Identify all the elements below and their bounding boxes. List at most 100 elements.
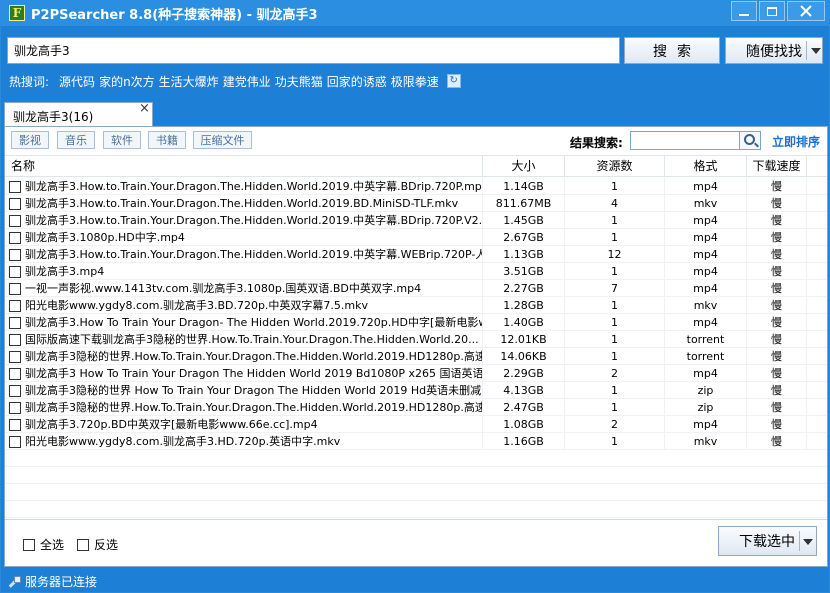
table-header: 名称 大小 资源数 格式 下载速度 [5, 155, 827, 177]
hot-keyword-link[interactable]: 功夫熊猫 [275, 73, 323, 90]
maximize-button[interactable] [759, 1, 785, 21]
table-row[interactable]: 国际版高速下载驯龙高手3隐秘的世界.How.To.Train.Your.Drag… [5, 331, 827, 348]
row-checkbox[interactable] [9, 231, 21, 244]
table-row[interactable]: 驯龙高手3.mp4 3.51GB 1 mp4 慢 [5, 263, 827, 280]
cell-sources: 7 [565, 280, 665, 297]
table-row[interactable]: 阳光电影www.ygdy8.com.驯龙高手3.BD.720p.中英双字幕7.5… [5, 297, 827, 314]
filter-input[interactable] [630, 131, 740, 150]
row-checkbox[interactable] [9, 282, 21, 295]
invert-selection-checkbox[interactable]: 反选 [77, 536, 118, 553]
filter-search-button[interactable] [740, 131, 761, 150]
select-all-checkbox[interactable]: 全选 [23, 536, 64, 553]
hot-keyword-link[interactable]: 建党伟业 [223, 73, 271, 90]
table-row[interactable]: 驯龙高手3隐秘的世界.How.To.Train.Your.Dragon.The.… [5, 399, 827, 416]
download-selected-button[interactable]: 下载选中 [718, 526, 817, 556]
cell-size: 3.51GB [483, 263, 565, 280]
row-checkbox[interactable] [9, 214, 21, 227]
sort-now-link[interactable]: 立即排序 [772, 133, 820, 150]
row-checkbox[interactable] [9, 435, 21, 448]
category-software-button[interactable]: 软件 [103, 131, 141, 149]
search-button[interactable]: 搜索 [624, 37, 720, 64]
category-archive-button[interactable]: 压缩文件 [193, 131, 252, 149]
row-checkbox[interactable] [9, 350, 21, 363]
column-header-speed[interactable]: 下载速度 [747, 156, 807, 177]
checkbox-box[interactable] [77, 538, 89, 551]
file-name: 国际版高速下载驯龙高手3隐秘的世界.How.To.Train.Your.Drag… [25, 333, 479, 346]
table-row[interactable]: 驯龙高手3.How.to.Train.Your.Dragon.The.Hidde… [5, 212, 827, 229]
column-header-size[interactable]: 大小 [483, 156, 565, 177]
file-name: 一视一声影视.www.1413tv.com.驯龙高手3.1080p.国英双语.B… [25, 282, 422, 295]
bottom-bar: 全选 反选 下载选中 [5, 519, 827, 566]
table-row[interactable]: 驯龙高手3.How.to.Train.Your.Dragon.The.Hidde… [5, 195, 827, 212]
cell-format: mp4 [665, 416, 747, 433]
cell-name: 国际版高速下载驯龙高手3隐秘的世界.How.To.Train.Your.Drag… [5, 331, 483, 348]
cell-format: mkv [665, 297, 747, 314]
row-checkbox[interactable] [9, 367, 21, 380]
cell-format: zip [665, 382, 747, 399]
file-name: 驯龙高手3隐秘的世界 How To Train Your Dragon The … [25, 384, 482, 397]
table-row[interactable]: 阳光电影www.ygdy8.com.驯龙高手3.HD.720p.英语中字.mkv… [5, 433, 827, 450]
hot-keyword-link[interactable]: 回家的诱惑 [327, 73, 387, 90]
column-header-sources[interactable]: 资源数 [565, 156, 665, 177]
row-checkbox[interactable] [9, 316, 21, 329]
row-checkbox[interactable] [9, 299, 21, 312]
tab-search-results[interactable]: 驯龙高手3(16) × [4, 101, 153, 128]
table-row[interactable]: 驯龙高手3.How To Train Your Dragon- The Hidd… [5, 314, 827, 331]
category-books-button[interactable]: 书籍 [148, 131, 186, 149]
row-checkbox[interactable] [9, 180, 21, 193]
title-bar: F P2PSearcher 8.8(种子搜索神器) - 驯龙高手3 [0, 0, 830, 26]
column-header-format[interactable]: 格式 [665, 156, 747, 177]
cell-sources: 4 [565, 195, 665, 212]
row-checkbox[interactable] [9, 333, 21, 346]
search-input[interactable] [7, 37, 620, 64]
cell-name: 一视一声影视.www.1413tv.com.驯龙高手3.1080p.国英双语.B… [5, 280, 483, 297]
hot-keyword-link[interactable]: 极限拳速 [391, 73, 439, 90]
cell-format: mp4 [665, 246, 747, 263]
cell-name: 驯龙高手3.mp4 [5, 263, 483, 280]
hot-keyword-link[interactable]: 生活大爆炸 [159, 73, 219, 90]
table-row[interactable]: 驯龙高手3.1080p.HD中字.mp4 2.67GB 1 mp4 慢 [5, 229, 827, 246]
row-checkbox[interactable] [9, 197, 21, 210]
hot-keyword-link[interactable]: 源代码 [59, 73, 95, 90]
random-search-button[interactable]: 随便找找 [725, 37, 823, 64]
cell-name: 驯龙高手3.How To Train Your Dragon- The Hidd… [5, 314, 483, 331]
row-checkbox[interactable] [9, 248, 21, 261]
cell-size: 4.13GB [483, 382, 565, 399]
cell-speed: 慢 [747, 263, 807, 280]
cell-format: torrent [665, 348, 747, 365]
cell-format: mp4 [665, 263, 747, 280]
table-row[interactable]: 一视一声影视.www.1413tv.com.驯龙高手3.1080p.国英双语.B… [5, 280, 827, 297]
table-row[interactable]: 驯龙高手3 How To Train Your Dragon The Hidde… [5, 365, 827, 382]
minimize-button[interactable] [731, 1, 757, 21]
table-row[interactable]: 驯龙高手3隐秘的世界 How To Train Your Dragon The … [5, 382, 827, 399]
table-row[interactable]: 驯龙高手3.720p.BD中英双字[最新电影www.66e.cc].mp4 1.0… [5, 416, 827, 433]
cell-speed: 慢 [747, 212, 807, 229]
file-name: 驯龙高手3.1080p.HD中字.mp4 [25, 231, 185, 244]
category-video-button[interactable]: 影视 [11, 131, 49, 149]
cell-speed: 慢 [747, 246, 807, 263]
row-checkbox[interactable] [9, 265, 21, 278]
cell-name: 驯龙高手3.How.to.Train.Your.Dragon.The.Hidde… [5, 246, 483, 263]
table-row[interactable]: 驯龙高手3.How.to.Train.Your.Dragon.The.Hidde… [5, 178, 827, 195]
hot-keyword-link[interactable]: 家的n次方 [99, 73, 155, 90]
cell-speed: 慢 [747, 314, 807, 331]
cell-size: 14.06KB [483, 348, 565, 365]
checkbox-box[interactable] [23, 538, 35, 551]
tab-close-icon[interactable]: × [139, 101, 150, 116]
row-checkbox[interactable] [9, 401, 21, 414]
table-row[interactable]: 驯龙高手3.How.to.Train.Your.Dragon.The.Hidde… [5, 246, 827, 263]
row-checkbox[interactable] [9, 418, 21, 431]
table-row[interactable]: 驯龙高手3隐秘的世界.How.To.Train.Your.Dragon.The.… [5, 348, 827, 365]
results-table: 名称 大小 资源数 格式 下载速度 驯龙高手3.How.to.Train.You… [5, 155, 827, 519]
dropdown-arrow-icon[interactable] [803, 539, 813, 545]
cell-size: 1.45GB [483, 212, 565, 229]
file-name: 驯龙高手3.How.to.Train.Your.Dragon.The.Hidde… [25, 197, 459, 210]
cell-name: 驯龙高手3.How.to.Train.Your.Dragon.The.Hidde… [5, 195, 483, 212]
column-header-name[interactable]: 名称 [5, 156, 483, 177]
refresh-icon[interactable]: ↻ [446, 74, 461, 88]
close-window-button[interactable] [787, 1, 825, 21]
category-music-button[interactable]: 音乐 [57, 131, 95, 149]
cell-speed: 慢 [747, 382, 807, 399]
row-checkbox[interactable] [9, 384, 21, 397]
dropdown-arrow-icon[interactable] [811, 48, 821, 54]
